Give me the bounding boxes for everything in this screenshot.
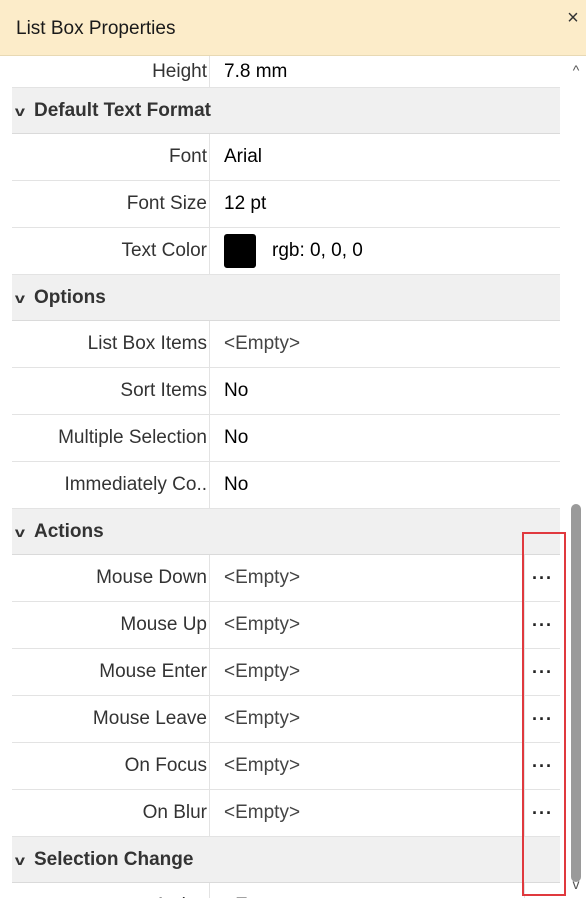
- section-selection-change[interactable]: v Selection Change: [12, 837, 560, 883]
- property-value[interactable]: No: [224, 462, 248, 508]
- ellipsis-button[interactable]: ···: [524, 555, 560, 601]
- property-row-text-color[interactable]: Text Color rgb: 0, 0, 0: [12, 228, 560, 275]
- property-grid: Height 7.8 mm v Default Text Format Font…: [12, 56, 560, 898]
- property-value[interactable]: <Empty>: [224, 649, 300, 695]
- window-title: List Box Properties: [16, 18, 176, 39]
- section-header[interactable]: v Selection Change: [12, 837, 194, 882]
- property-row-on-focus[interactable]: On Focus <Empty> ···: [12, 743, 560, 790]
- property-label: Mouse Up: [12, 602, 210, 648]
- property-label: Font: [12, 134, 210, 180]
- chevron-down-icon[interactable]: v: [12, 103, 30, 119]
- property-row-list-box-items[interactable]: List Box Items <Empty>: [12, 321, 560, 368]
- property-label: Sort Items: [12, 368, 210, 414]
- color-swatch[interactable]: [224, 234, 256, 268]
- scroll-up-icon[interactable]: ^: [566, 62, 586, 82]
- property-value[interactable]: <Empty>: [224, 555, 300, 601]
- property-label: Immediately Co..: [12, 462, 210, 508]
- ellipsis-button[interactable]: ···: [524, 790, 560, 836]
- property-value[interactable]: rgb: 0, 0, 0: [224, 228, 363, 274]
- section-title: Default Text Format: [34, 99, 212, 121]
- color-value: rgb: 0, 0, 0: [272, 240, 363, 261]
- property-label: List Box Items: [12, 321, 210, 367]
- property-label: Text Color: [12, 228, 210, 274]
- section-header[interactable]: v Default Text Format: [12, 88, 211, 133]
- property-value[interactable]: 12 pt: [224, 181, 266, 227]
- ellipsis-button[interactable]: ···: [524, 649, 560, 695]
- title-bar: List Box Properties ×: [0, 0, 586, 56]
- scroll-down-icon[interactable]: v: [566, 876, 586, 896]
- property-value[interactable]: No: [224, 368, 248, 414]
- property-row-mouse-enter[interactable]: Mouse Enter <Empty> ···: [12, 649, 560, 696]
- ellipsis-button[interactable]: ···: [524, 602, 560, 648]
- section-title: Options: [34, 286, 106, 308]
- section-title: Selection Change: [34, 848, 194, 870]
- property-label: Font Size: [12, 181, 210, 227]
- property-value[interactable]: <Empty>: [224, 696, 300, 742]
- property-row-sort-items[interactable]: Sort Items No: [12, 368, 560, 415]
- section-title: Actions: [34, 520, 104, 542]
- property-row-font[interactable]: Font Arial: [12, 134, 560, 181]
- property-label: On Focus: [12, 743, 210, 789]
- ellipsis-button[interactable]: ···: [524, 696, 560, 742]
- property-row-font-size[interactable]: Font Size 12 pt: [12, 181, 560, 228]
- property-label: Mouse Enter: [12, 649, 210, 695]
- vertical-scrollbar[interactable]: ^ v: [566, 56, 586, 898]
- property-label: Action: [12, 883, 210, 898]
- property-row-mouse-up[interactable]: Mouse Up <Empty> ···: [12, 602, 560, 649]
- property-value[interactable]: <Empty>: [224, 883, 300, 898]
- property-row-action[interactable]: Action <Empty> ···: [12, 883, 560, 898]
- property-row-mouse-leave[interactable]: Mouse Leave <Empty> ···: [12, 696, 560, 743]
- property-label: Mouse Down: [12, 555, 210, 601]
- property-row-mouse-down[interactable]: Mouse Down <Empty> ···: [12, 555, 560, 602]
- property-row-immediately-commit[interactable]: Immediately Co.. No: [12, 462, 560, 509]
- property-value[interactable]: Arial: [224, 134, 262, 180]
- property-label: Mouse Leave: [12, 696, 210, 742]
- property-value[interactable]: 7.8 mm: [224, 56, 287, 87]
- property-label: On Blur: [12, 790, 210, 836]
- property-value[interactable]: <Empty>: [224, 743, 300, 789]
- section-actions[interactable]: v Actions: [12, 509, 560, 555]
- chevron-down-icon[interactable]: v: [12, 290, 30, 306]
- property-row-on-blur[interactable]: On Blur <Empty> ···: [12, 790, 560, 837]
- property-label: Multiple Selection: [12, 415, 210, 461]
- section-default-text-format[interactable]: v Default Text Format: [12, 88, 560, 134]
- property-value[interactable]: <Empty>: [224, 321, 300, 367]
- section-header[interactable]: v Options: [12, 275, 106, 320]
- property-value[interactable]: <Empty>: [224, 602, 300, 648]
- chevron-down-icon[interactable]: v: [12, 524, 30, 540]
- section-header[interactable]: v Actions: [12, 509, 104, 554]
- property-label: Height: [12, 56, 210, 87]
- ellipsis-button[interactable]: ···: [524, 743, 560, 789]
- property-value[interactable]: No: [224, 415, 248, 461]
- property-row-height[interactable]: Height 7.8 mm: [12, 56, 560, 88]
- ellipsis-button[interactable]: ···: [524, 883, 560, 898]
- section-options[interactable]: v Options: [12, 275, 560, 321]
- scrollbar-thumb[interactable]: [571, 504, 581, 882]
- chevron-down-icon[interactable]: v: [12, 852, 30, 868]
- close-icon[interactable]: ×: [564, 8, 582, 28]
- property-row-multiple-selection[interactable]: Multiple Selection No: [12, 415, 560, 462]
- property-value[interactable]: <Empty>: [224, 790, 300, 836]
